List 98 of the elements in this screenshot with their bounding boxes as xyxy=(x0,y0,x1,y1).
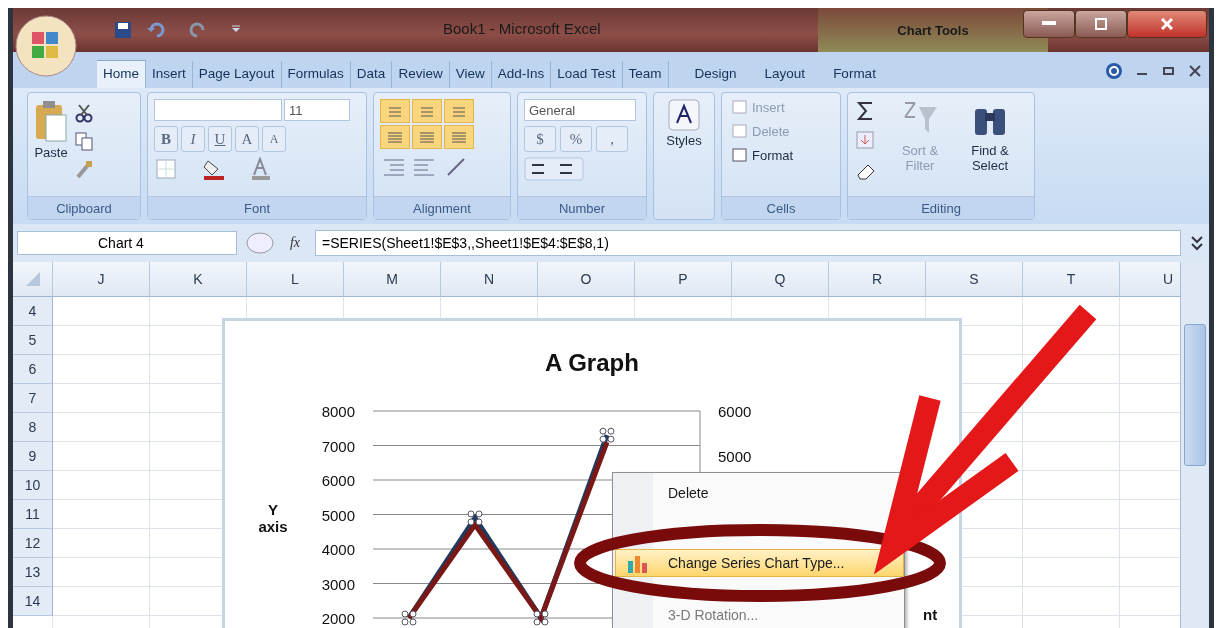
font-name-field[interactable] xyxy=(154,99,282,121)
column-header[interactable]: U xyxy=(1120,262,1180,297)
lines-icon xyxy=(451,131,467,143)
row-header[interactable]: 14 xyxy=(13,587,53,616)
row-header[interactable]: 5 xyxy=(13,326,53,355)
column-header[interactable]: S xyxy=(926,262,1023,297)
save-icon[interactable] xyxy=(113,20,133,40)
lines-icon xyxy=(387,105,403,117)
ribbon-tab[interactable]: Format xyxy=(819,61,890,88)
menu-item[interactable]: Change Series Chart Type... xyxy=(615,549,904,577)
font-size-button[interactable]: A xyxy=(235,126,259,152)
row-header[interactable]: 9 xyxy=(13,442,53,471)
row-header[interactable]: 12 xyxy=(13,529,53,558)
row-header[interactable]: 11 xyxy=(13,500,53,529)
function-button[interactable]: fx xyxy=(283,235,307,251)
copy-icon[interactable] xyxy=(74,131,94,151)
group-label: Editing xyxy=(848,196,1034,219)
lines-icon xyxy=(451,105,467,117)
group-label: Clipboard xyxy=(28,196,140,219)
legend-text: nt xyxy=(923,606,938,623)
tick-label: 6000 xyxy=(718,403,752,420)
row-header[interactable]: 7 xyxy=(13,384,53,413)
cells-command[interactable]: Format xyxy=(732,147,834,163)
editing-command[interactable]: Find & Select xyxy=(962,143,1018,173)
close-button[interactable] xyxy=(1127,10,1207,38)
axis-title: Y axis xyxy=(257,501,289,535)
selection-handle[interactable] xyxy=(401,610,417,626)
number-button[interactable]: $ xyxy=(524,126,556,152)
column-header[interactable]: R xyxy=(829,262,926,297)
help-icon[interactable] xyxy=(1105,62,1123,80)
styles-icon xyxy=(668,99,700,131)
menu-item[interactable]: Delete xyxy=(667,479,710,507)
window-title: Book1 - Microsoft Excel xyxy=(443,20,601,37)
number-button[interactable]: % xyxy=(560,126,592,152)
bar-chart-icon xyxy=(626,553,650,573)
selection-handle[interactable] xyxy=(533,610,549,626)
name-box[interactable]: Chart 4 xyxy=(17,231,237,255)
ribbon-tab[interactable]: Home xyxy=(97,60,146,88)
row-header[interactable]: 8 xyxy=(13,413,53,442)
tick-label: 4000 xyxy=(321,541,355,558)
lines-icon xyxy=(419,131,435,143)
format-button[interactable]: I xyxy=(181,126,205,152)
office-logo[interactable] xyxy=(14,14,78,78)
selection-handle[interactable] xyxy=(467,510,483,526)
column-header[interactable]: J xyxy=(53,262,150,297)
minimize-icon xyxy=(1042,21,1056,27)
lines-icon xyxy=(387,131,403,143)
group-label: Alignment xyxy=(374,196,510,219)
font-size-button[interactable]: A xyxy=(262,126,286,152)
tick-label: 3000 xyxy=(321,575,355,593)
row-header[interactable]: 13 xyxy=(13,558,53,587)
column-header[interactable]: O xyxy=(538,262,635,297)
scissors-icon[interactable] xyxy=(74,103,94,123)
selection-handle[interactable] xyxy=(599,427,615,443)
column-header[interactable]: P xyxy=(635,262,732,297)
column-header[interactable]: Q xyxy=(732,262,829,297)
minimize-button[interactable] xyxy=(1023,10,1075,38)
paste-button[interactable]: Paste xyxy=(34,99,68,190)
maximize-icon xyxy=(1095,18,1107,30)
tick-label: 7000 xyxy=(321,437,355,455)
tick-label: 2000 xyxy=(321,610,355,627)
cells-icon xyxy=(732,147,748,163)
formula-field[interactable]: =SERIES(Sheet1!$E$3,,Sheet1!$E$4:$E$8,1) xyxy=(315,230,1181,256)
restore-icon[interactable] xyxy=(1163,65,1175,77)
format-button[interactable]: B xyxy=(154,126,178,152)
cells-icon xyxy=(732,99,748,115)
tick-label: 5000 xyxy=(718,448,752,465)
number-button[interactable]: , xyxy=(596,126,628,152)
column-header[interactable]: K xyxy=(150,262,247,297)
font-size-field[interactable]: 11 xyxy=(284,99,350,121)
tick-label: 8000 xyxy=(321,403,355,420)
lines-icon xyxy=(419,105,435,117)
ribbon-tab[interactable]: Design xyxy=(680,61,751,88)
column-header[interactable]: T xyxy=(1023,262,1120,297)
tick-label: 5000 xyxy=(321,506,355,524)
row-header[interactable]: 6 xyxy=(13,355,53,384)
chart-title: A Graph xyxy=(544,349,640,377)
triangle-icon xyxy=(24,271,41,287)
column-header[interactable]: L xyxy=(247,262,344,297)
ribbon-tab[interactable]: Layout xyxy=(750,61,820,88)
column-header[interactable]: N xyxy=(441,262,538,297)
group-label: Cells xyxy=(722,196,840,219)
context-title: Chart Tools xyxy=(818,8,1048,52)
number-format-field[interactable]: General xyxy=(524,99,636,121)
tick-label: 6000 xyxy=(321,472,355,489)
close-icon[interactable] xyxy=(1189,65,1201,77)
group-label: Font xyxy=(148,196,366,219)
scrollbar[interactable] xyxy=(1180,262,1209,628)
row-header[interactable]: 4 xyxy=(13,297,53,326)
close-icon xyxy=(1161,18,1173,30)
format-button[interactable]: U xyxy=(208,126,232,152)
group-label: Number xyxy=(518,196,646,219)
cells-icon xyxy=(732,123,748,139)
row-header[interactable]: 10 xyxy=(13,471,53,500)
column-header[interactable]: M xyxy=(344,262,441,297)
clipboard-icon xyxy=(34,99,68,143)
maximize-button[interactable] xyxy=(1075,10,1127,38)
scroll-thumb[interactable] xyxy=(1184,324,1206,466)
